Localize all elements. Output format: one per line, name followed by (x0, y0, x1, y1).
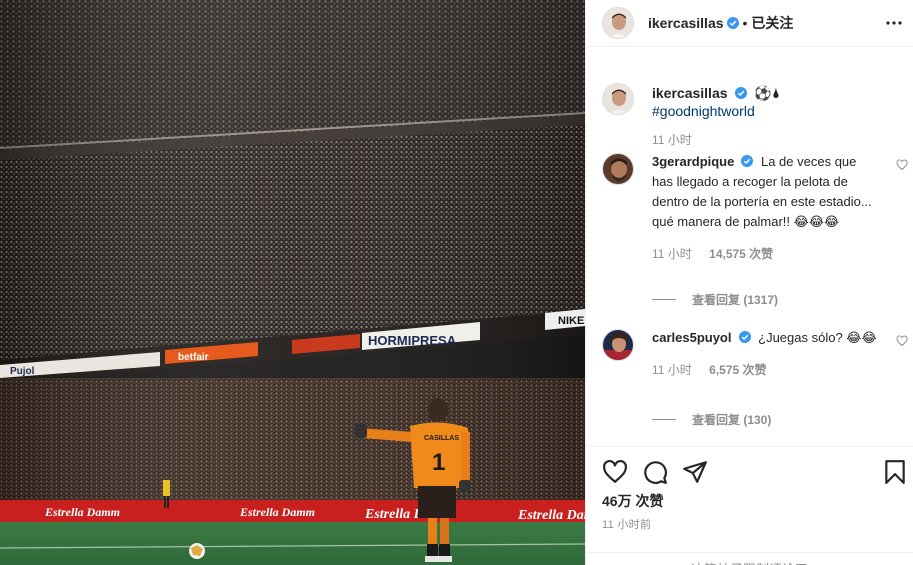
post-timestamp: 11 小时前 (602, 519, 652, 531)
avatar-image (603, 8, 633, 38)
comment-like-heart-icon[interactable] (896, 335, 908, 347)
comments-list[interactable]: ikercasillas ⚽🌢 #goodnightworld 11 小时 3g… (586, 47, 913, 445)
verified-badge-icon (734, 87, 747, 99)
author-info: ikercasillas • 已关注 (648, 13, 793, 33)
heart-icon[interactable] (602, 459, 628, 485)
share-icon[interactable] (682, 459, 708, 485)
banner-text: Estrella Damm (517, 508, 585, 523)
caption-item: ikercasillas ⚽🌢 #goodnightworld 11 小时 (602, 83, 902, 153)
commenter-avatar[interactable] (602, 153, 634, 185)
author-username[interactable]: ikercasillas (648, 15, 724, 31)
avatar-image (603, 84, 633, 114)
avatar-image (603, 154, 633, 184)
separator-dot: • (742, 15, 748, 31)
comment-text: ¿Juegas sólo? 😂😂 (758, 330, 877, 345)
caption-meta: 11 小时 (652, 131, 878, 149)
commenter-username[interactable]: carles5puyol (652, 330, 732, 345)
caption-emoji: ⚽🌢 (754, 85, 781, 101)
banner-text: betfair (178, 352, 209, 363)
comment-item: carles5puyol ¿Juegas sólo? 😂😂 11 小时 6,57… (602, 328, 908, 439)
stadium-photo-illustration: Pujol betfair HORMIPRESA NIKE Estrella D… (0, 0, 585, 565)
banner-text: HORMIPRESA (368, 333, 457, 348)
comments-limited-notice: 这篇帖子限制评论了 (586, 552, 913, 565)
post-actions: 46万 次赞 11 小时前 这篇帖子限制评论了 (586, 446, 913, 565)
instagram-post-view: Pujol betfair HORMIPRESA NIKE Estrella D… (0, 0, 913, 565)
comment-meta: 11 小时 14,575 次赞 (652, 245, 878, 263)
view-replies-label: 查看回复 (130) (692, 413, 772, 427)
comment-body: carles5puyol ¿Juegas sólo? 😂😂 11 小时 6,57… (652, 328, 878, 379)
commenter-avatar[interactable] (602, 329, 634, 361)
post-header: ikercasillas • 已关注 (586, 0, 913, 47)
jersey-name: CASILLAS (424, 435, 459, 442)
view-replies-button[interactable]: 查看回复 (130) (652, 411, 771, 428)
banner-text: Pujol (10, 366, 35, 377)
verified-badge-icon (726, 17, 739, 29)
comment-like-count[interactable]: 6,575 次赞 (709, 363, 766, 377)
verified-badge-icon (738, 331, 751, 343)
author-avatar[interactable] (602, 7, 634, 39)
comment-like-heart-icon[interactable] (896, 159, 908, 171)
view-replies-label: 查看回复 (1317) (692, 293, 779, 307)
replies-divider-line (652, 419, 676, 420)
post-photo[interactable]: Pujol betfair HORMIPRESA NIKE Estrella D… (0, 0, 585, 565)
verified-badge-icon (741, 155, 754, 167)
jersey-number: 1 (432, 449, 445, 476)
comment-body: 3gerardpique La de veces que has llegado… (652, 152, 878, 263)
commenter-username[interactable]: 3gerardpique (652, 154, 734, 169)
post-details-pane: ikercasillas • 已关注 ikercasillas ⚽🌢 #good… (585, 0, 913, 565)
banner-text: Estrella Damm (44, 505, 120, 519)
replies-divider-line (652, 299, 676, 300)
comment-like-count[interactable]: 14,575 次赞 (709, 247, 773, 261)
comment-item: 3gerardpique La de veces que has llegado… (602, 152, 908, 313)
caption-time: 11 小时 (652, 133, 692, 147)
banner-text: NIKE (558, 315, 584, 327)
more-options-icon[interactable] (885, 14, 903, 32)
caption-author-avatar[interactable] (602, 83, 634, 115)
comment-icon[interactable] (642, 459, 668, 485)
post-like-count[interactable]: 46万 次赞 (602, 491, 663, 511)
caption-username[interactable]: ikercasillas (652, 85, 728, 101)
following-button[interactable]: 已关注 (751, 13, 793, 33)
pitch (0, 522, 585, 565)
caption-hashtag[interactable]: #goodnightworld (652, 103, 755, 119)
caption-body: ikercasillas ⚽🌢 #goodnightworld 11 小时 (652, 84, 878, 149)
avatar-image (603, 330, 633, 360)
comment-meta: 11 小时 6,575 次赞 (652, 361, 878, 379)
bookmark-icon[interactable] (882, 459, 908, 485)
comment-time: 11 小时 (652, 247, 692, 261)
banner-text: Estrella Damm (239, 505, 315, 519)
comment-time: 11 小时 (652, 363, 692, 377)
view-replies-button[interactable]: 查看回复 (1317) (652, 291, 778, 308)
